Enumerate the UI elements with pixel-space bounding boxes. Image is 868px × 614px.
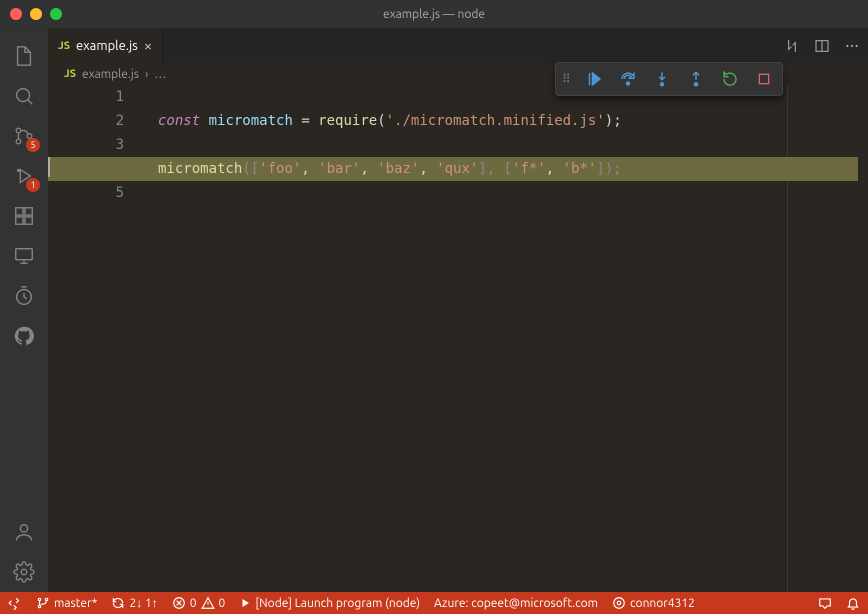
maximize-window-button[interactable] (50, 8, 62, 20)
close-tab-icon[interactable]: × (144, 37, 152, 54)
accounts-icon[interactable] (0, 512, 48, 552)
live-share[interactable]: connor4312 (612, 596, 695, 610)
line-number: 3 (48, 133, 144, 157)
step-out-button[interactable] (684, 67, 708, 91)
step-into-button[interactable] (650, 67, 674, 91)
line-number: 5 (48, 181, 144, 205)
js-file-icon: JS (58, 40, 70, 52)
line-number: 2 (48, 109, 144, 133)
code-line[interactable]: const micromatch = require('./micromatch… (158, 109, 858, 133)
run-debug-icon[interactable]: 1 (0, 156, 48, 196)
remote-indicator[interactable] (8, 596, 22, 610)
extensions-icon[interactable] (0, 196, 48, 236)
explorer-icon[interactable] (0, 36, 48, 76)
restart-button[interactable] (718, 67, 742, 91)
debug-badge: 1 (26, 178, 40, 192)
close-window-button[interactable] (10, 8, 22, 20)
remote-explorer-icon[interactable] (0, 236, 48, 276)
search-icon[interactable] (0, 76, 48, 116)
window-title: example.js — node (383, 8, 485, 21)
more-actions-icon[interactable] (844, 38, 860, 54)
continue-button[interactable] (582, 67, 606, 91)
stop-button[interactable] (752, 67, 776, 91)
editor-area: JS example.js × JS example.js › … (48, 28, 868, 592)
tab-label: example.js (76, 39, 138, 53)
breadcrumb-more: … (154, 68, 166, 81)
notifications-icon[interactable] (846, 596, 860, 610)
minimize-window-button[interactable] (30, 8, 42, 20)
line-number: 1 (48, 85, 144, 109)
breadcrumb-chevron-icon: › (145, 68, 148, 81)
activity-bar: 5 1 (0, 28, 48, 592)
titlebar: example.js — node (0, 0, 868, 28)
settings-gear-icon[interactable] (0, 552, 48, 592)
code-line[interactable] (158, 133, 858, 157)
compare-changes-icon[interactable] (784, 38, 800, 54)
source-control-icon[interactable]: 5 (0, 116, 48, 156)
code-line[interactable] (158, 181, 858, 205)
github-icon[interactable] (0, 316, 48, 356)
problems[interactable]: 0 0 (172, 596, 226, 610)
timer-icon[interactable] (0, 276, 48, 316)
git-sync[interactable]: 2↓ 1↑ (111, 596, 157, 610)
cursor (48, 157, 50, 177)
statusbar: master* 2↓ 1↑ 0 0 [Node] Launch program … (0, 592, 868, 614)
azure-account[interactable]: Azure: copeet@microsoft.com (434, 597, 598, 610)
code-line-current[interactable]: micromatch(['foo', 'bar', 'baz', 'qux'],… (48, 157, 858, 181)
tab-example-js[interactable]: JS example.js × (48, 28, 163, 63)
debug-toolbar: ⠿ (555, 62, 783, 96)
git-branch[interactable]: master* (36, 596, 97, 610)
editor-body[interactable]: 1 2 3 4 5 const micromatch = require('./… (48, 85, 868, 592)
breadcrumb-file: example.js (82, 68, 139, 81)
feedback-icon[interactable] (818, 596, 832, 610)
scm-badge: 5 (26, 138, 40, 152)
step-over-button[interactable] (616, 67, 640, 91)
split-editor-icon[interactable] (814, 38, 830, 54)
js-file-icon: JS (64, 68, 76, 80)
tabs-row: JS example.js × (48, 28, 868, 63)
debug-launch-config[interactable]: [Node] Launch program (node) (239, 597, 420, 610)
drag-handle-icon[interactable]: ⠿ (562, 72, 572, 86)
